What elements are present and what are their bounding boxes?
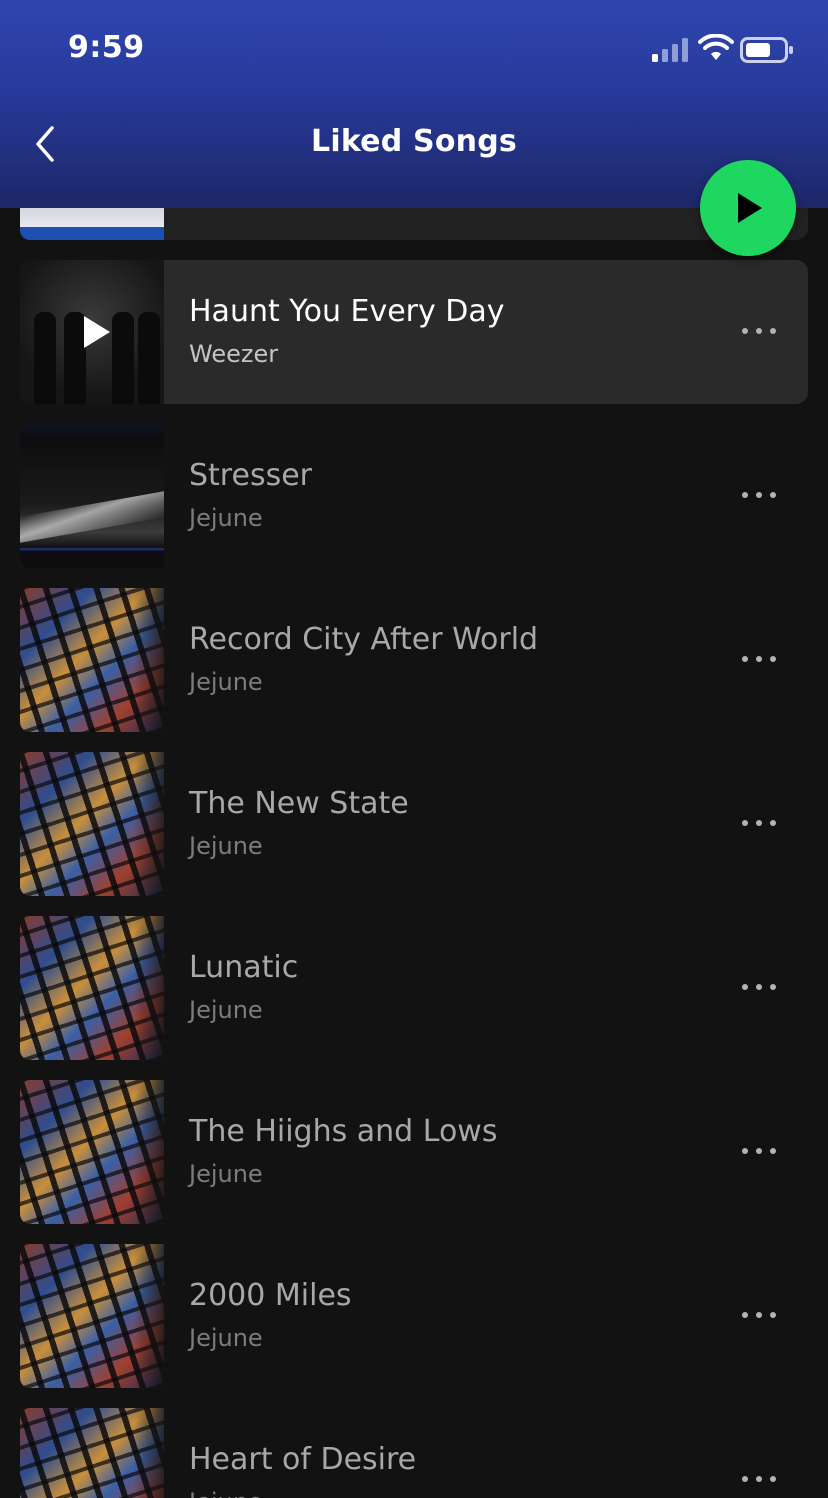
track-title: Record City After World [189,622,539,657]
track-artist: Jejune [189,1488,263,1498]
track-title: The Hiighs and Lows [189,1114,498,1149]
track-row[interactable]: The New State Jejune [20,752,808,896]
play-all-button[interactable] [700,160,796,256]
track-artist: Jejune [189,832,263,860]
track-artist: Jejune [189,1160,263,1188]
more-options-icon[interactable] [742,818,776,828]
track-row[interactable]: 2000 Miles Jejune [20,1244,808,1388]
play-icon [738,193,762,223]
track-title: Haunt You Every Day [189,294,505,329]
track-artist: Jejune [189,1324,263,1352]
track-title: Stresser [189,458,312,493]
track-title: Lunatic [189,950,299,985]
top-header: 9:59 Liked Songs [0,0,828,208]
more-options-icon[interactable] [742,982,776,992]
more-options-icon[interactable] [742,1310,776,1320]
wifi-icon [698,34,734,60]
more-options-icon[interactable] [742,654,776,664]
track-title: 2000 Miles [189,1278,352,1313]
album-art [20,424,164,568]
track-artist: Weezer [189,340,279,368]
status-time: 9:59 [68,30,145,65]
track-row[interactable]: Record City After World Jejune [20,588,808,732]
album-art [20,1244,164,1388]
cellular-signal-icon [652,38,688,62]
album-art [20,1408,164,1498]
album-art [20,1080,164,1224]
track-artist: Jejune [189,668,263,696]
page-title: Liked Songs [311,124,517,159]
play-icon[interactable] [76,312,116,352]
track-row[interactable]: Heart of Desire Jejune [20,1408,808,1498]
more-options-icon[interactable] [742,490,776,500]
album-art [20,588,164,732]
track-title: Heart of Desire [189,1442,417,1477]
album-art [20,260,164,404]
track-row[interactable]: The Hiighs and Lows Jejune [20,1080,808,1224]
track-row[interactable]: Stresser Jejune [20,424,808,568]
album-art [20,916,164,1060]
track-title: The New State [189,786,409,821]
more-options-icon[interactable] [742,1146,776,1156]
battery-icon [740,37,793,63]
more-options-icon[interactable] [742,326,776,336]
track-row[interactable]: Haunt You Every Day Weezer [20,260,808,404]
more-options-icon[interactable] [742,1474,776,1484]
track-artist: Jejune [189,504,263,532]
track-artist: Jejune [189,996,263,1024]
track-row[interactable]: Lunatic Jejune [20,916,808,1060]
album-art [20,752,164,896]
